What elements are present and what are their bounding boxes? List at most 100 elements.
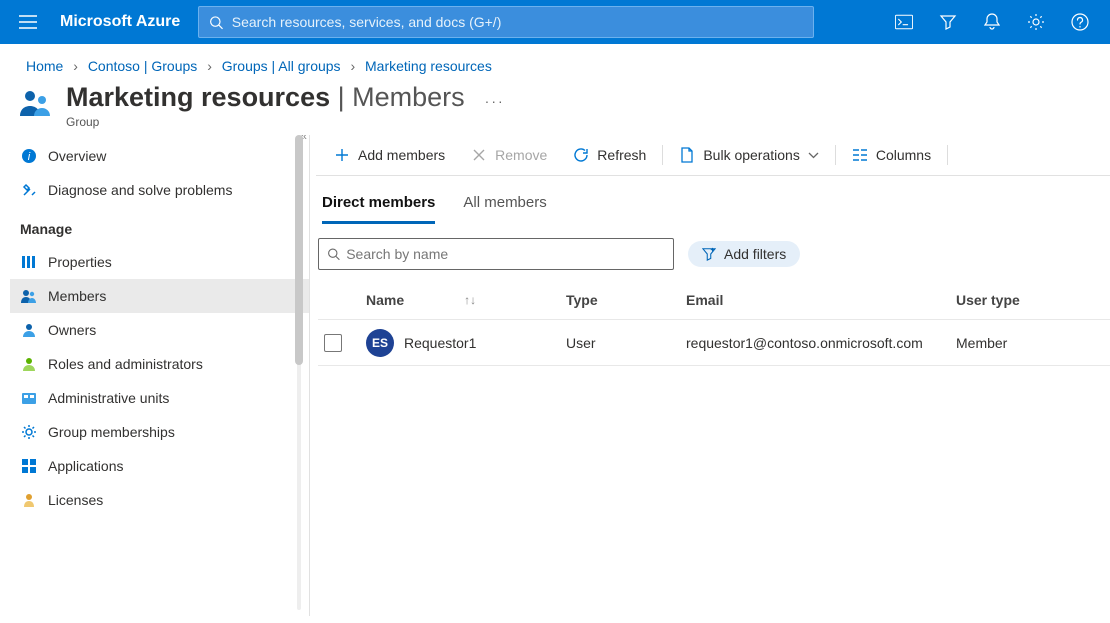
- btn-label: Add members: [358, 147, 445, 163]
- crumb-all-groups[interactable]: Groups | All groups: [222, 58, 341, 74]
- col-usertype[interactable]: User type: [956, 292, 1066, 308]
- btn-label: Remove: [495, 147, 547, 163]
- crumb-contoso-groups[interactable]: Contoso | Groups: [88, 58, 197, 74]
- nav-admin-units[interactable]: Administrative units: [10, 381, 309, 415]
- owner-icon: [20, 321, 38, 339]
- nav-label: Group memberships: [48, 424, 175, 440]
- remove-button: Remove: [459, 143, 559, 167]
- chevron-right-icon: ›: [350, 58, 355, 74]
- gear-icon: [1027, 13, 1045, 31]
- nav-licenses[interactable]: Licenses: [10, 483, 309, 517]
- toolbar-separator: [662, 145, 663, 165]
- columns-button[interactable]: Columns: [840, 143, 943, 167]
- add-members-button[interactable]: Add members: [322, 143, 457, 167]
- group-icon: [20, 88, 56, 118]
- tab-all-members[interactable]: All members: [463, 194, 546, 224]
- cell-email: requestor1@contoso.onmicrosoft.com: [686, 335, 956, 351]
- toolbar-separator: [835, 145, 836, 165]
- nav-properties[interactable]: Properties: [10, 245, 309, 279]
- btn-label: Add filters: [724, 246, 786, 262]
- nav-label: Applications: [48, 458, 124, 474]
- bell-icon: [984, 13, 1000, 31]
- x-icon: [471, 147, 487, 163]
- nav-label: Overview: [48, 148, 106, 164]
- nav-label: Administrative units: [48, 390, 169, 406]
- cell-name: Requestor1: [404, 335, 476, 351]
- sort-icon[interactable]: ↑↓: [464, 293, 476, 307]
- nav-roles[interactable]: Roles and administrators: [10, 347, 309, 381]
- btn-label: Columns: [876, 147, 931, 163]
- members-table: Name ↑↓ Type Email User type ES Requesto…: [310, 280, 1110, 366]
- azure-topbar: Microsoft Azure: [0, 0, 1110, 44]
- chevron-right-icon: ›: [207, 58, 212, 74]
- admin-icon: [20, 355, 38, 373]
- nav-owners[interactable]: Owners: [10, 313, 309, 347]
- nav-group-memberships[interactable]: Group memberships: [10, 415, 309, 449]
- chevron-right-icon: ›: [73, 58, 78, 74]
- more-actions-button[interactable]: ···: [485, 93, 505, 109]
- cloud-shell-icon: [895, 14, 913, 30]
- chevron-down-icon: [808, 152, 819, 159]
- cloud-shell-button[interactable]: [882, 0, 926, 44]
- row-checkbox[interactable]: [324, 334, 342, 352]
- sidebar-nav: « i Overview Diagnose and solve problems…: [0, 135, 310, 616]
- gear-icon: [20, 423, 38, 441]
- directories-button[interactable]: [926, 0, 970, 44]
- btn-label: Bulk operations: [703, 147, 800, 163]
- adminunits-icon: [20, 389, 38, 407]
- nav-label: Diagnose and solve problems: [48, 182, 232, 198]
- document-icon: [679, 147, 695, 163]
- nav-label: Properties: [48, 254, 112, 270]
- cell-type: User: [566, 335, 686, 351]
- col-email[interactable]: Email: [686, 292, 956, 308]
- avatar: ES: [366, 329, 394, 357]
- nav-label: Licenses: [48, 492, 103, 508]
- col-name[interactable]: Name: [366, 292, 404, 308]
- global-search-input[interactable]: [232, 14, 804, 30]
- nav-overview[interactable]: i Overview: [10, 139, 309, 173]
- search-icon: [327, 247, 340, 261]
- nav-members[interactable]: Members: [10, 279, 309, 313]
- crumb-home[interactable]: Home: [26, 58, 63, 74]
- info-icon: i: [20, 147, 38, 165]
- filter-icon: [702, 247, 716, 261]
- scrollbar-thumb[interactable]: [295, 135, 303, 365]
- menu-toggle-button[interactable]: [8, 15, 48, 29]
- bulk-operations-button[interactable]: Bulk operations: [667, 143, 831, 167]
- toolbar-separator: [947, 145, 948, 165]
- table-row[interactable]: ES Requestor1 User requestor1@contoso.on…: [318, 320, 1110, 366]
- member-search-input[interactable]: [346, 246, 665, 262]
- resource-type-label: Group: [66, 115, 505, 129]
- help-button[interactable]: [1058, 0, 1102, 44]
- settings-button[interactable]: [1014, 0, 1058, 44]
- crumb-current[interactable]: Marketing resources: [365, 58, 492, 74]
- nav-label: Members: [48, 288, 106, 304]
- filter-icon: [939, 13, 957, 31]
- nav-diagnose[interactable]: Diagnose and solve problems: [10, 173, 309, 207]
- nav-section-manage: Manage: [10, 207, 309, 245]
- page-title: Marketing resources: [66, 82, 330, 113]
- nav-label: Owners: [48, 322, 96, 338]
- command-toolbar: Add members Remove Refresh Bulk operatio…: [316, 135, 1110, 176]
- apps-icon: [20, 457, 38, 475]
- refresh-button[interactable]: Refresh: [561, 143, 658, 167]
- columns-icon: [852, 147, 868, 163]
- hamburger-icon: [19, 15, 37, 29]
- table-header-row: Name ↑↓ Type Email User type: [318, 280, 1110, 320]
- add-filters-button[interactable]: Add filters: [688, 241, 800, 267]
- global-search[interactable]: [198, 6, 814, 38]
- notifications-button[interactable]: [970, 0, 1014, 44]
- page-header: Marketing resources | Members ··· Group: [0, 82, 1110, 135]
- page-section-label: Members: [352, 82, 465, 113]
- members-tabs: Direct members All members: [310, 176, 1110, 224]
- col-type[interactable]: Type: [566, 292, 686, 308]
- members-icon: [20, 287, 38, 305]
- nav-label: Roles and administrators: [48, 356, 203, 372]
- license-icon: [20, 491, 38, 509]
- tab-direct-members[interactable]: Direct members: [322, 194, 435, 224]
- member-search[interactable]: [318, 238, 674, 270]
- brand-label[interactable]: Microsoft Azure: [48, 13, 198, 31]
- cell-usertype: Member: [956, 335, 1066, 351]
- nav-applications[interactable]: Applications: [10, 449, 309, 483]
- wrench-icon: [20, 181, 38, 199]
